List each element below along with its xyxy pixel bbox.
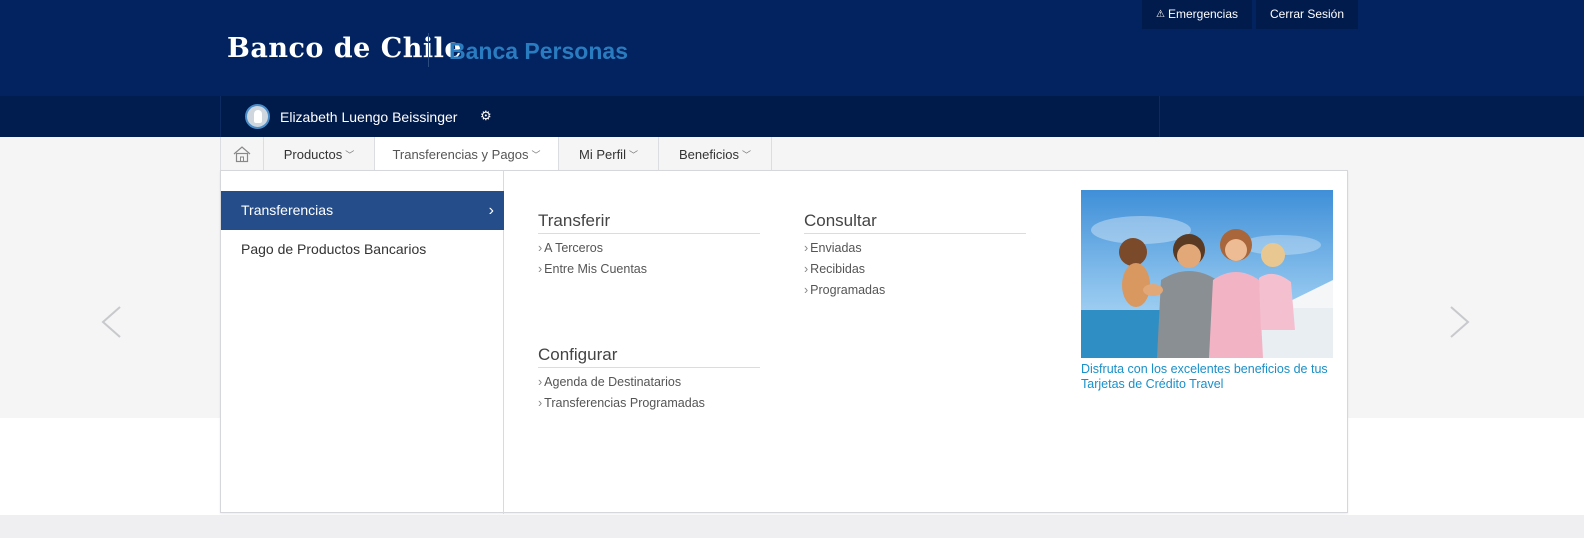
nav-mi-perfil-label: Mi Perfil [579, 146, 626, 162]
chevron-right-icon: › [804, 241, 809, 255]
promo-image[interactable] [1081, 190, 1333, 358]
link-label: Transferencias Programadas [544, 396, 705, 410]
menu-item-pago-productos[interactable]: Pago de Productos Bancarios [221, 230, 504, 269]
chevron-right-icon: › [538, 241, 543, 255]
warning-icon: ⚠ [1156, 9, 1165, 20]
nav-beneficios-label: Beneficios [679, 146, 739, 162]
site-title: Banca Personas [449, 38, 628, 64]
link-label: Enviadas [810, 241, 862, 255]
link-label: A Terceros [544, 241, 603, 255]
link-a-terceros[interactable]: › A Terceros [538, 241, 760, 255]
bank-logo[interactable]: Banco de Chile [227, 33, 462, 64]
group-configurar: Configurar › Agenda de Destinatarios › Tra… [538, 345, 760, 410]
menu-item-label: Transferencias [241, 202, 334, 218]
chevron-down-icon: ﹀ [345, 149, 355, 160]
emergencias-button[interactable]: ⚠ Emergencias [1142, 0, 1252, 29]
group-transferir: Transferir › A Terceros › Entre Mis Cuenta… [538, 211, 760, 276]
nav-beneficios[interactable]: Beneficios ﹀ [659, 137, 772, 171]
link-agenda-destinatarios[interactable]: › Agenda de Destinatarios [538, 375, 760, 389]
home-icon [233, 146, 251, 163]
chevron-right-icon: › [538, 375, 543, 389]
group-title: Consultar [804, 211, 1026, 234]
chevron-right-icon: › [488, 202, 494, 219]
logo-divider [428, 33, 429, 67]
chevron-right-icon: › [538, 396, 543, 410]
nav-productos[interactable]: Productos ﹀ [264, 137, 375, 171]
link-label: Recibidas [810, 262, 866, 276]
link-label: Entre Mis Cuentas [544, 262, 647, 276]
gear-icon[interactable]: ⚙ [480, 108, 492, 124]
main-nav: Productos ﹀ Transferencias y Pagos ﹀ Mi Pe… [220, 137, 772, 171]
user-avatar[interactable] [245, 104, 270, 129]
carousel-prev-icon[interactable] [100, 305, 122, 348]
nav-productos-label: Productos [283, 146, 343, 162]
link-label: Programadas [810, 283, 886, 297]
menu-item-label: Pago de Productos Bancarios [241, 241, 427, 257]
emergencias-label: Emergencias [1167, 7, 1238, 21]
logout-label: Cerrar Sesión [1270, 7, 1345, 21]
chevron-down-icon: ﹀ [741, 149, 751, 160]
group-title: Transferir [538, 211, 760, 234]
nav-transferencias-label: Transferencias y Pagos [392, 146, 529, 162]
nav-home[interactable] [220, 137, 264, 171]
menu-item-transferencias[interactable]: Transferencias › [221, 191, 504, 230]
user-bar [0, 96, 1584, 137]
carousel-next-icon[interactable] [1449, 305, 1471, 348]
nav-transferencias-pagos[interactable]: Transferencias y Pagos ﹀ [375, 137, 559, 171]
link-transferencias-programadas[interactable]: › Transferencias Programadas [538, 396, 760, 410]
nav-mi-perfil[interactable]: Mi Perfil ﹀ [559, 137, 659, 171]
top-links: ⚠ Emergencias Cerrar Sesión [1142, 0, 1359, 29]
link-recibidas[interactable]: › Recibidas [804, 262, 1026, 276]
chevron-right-icon: › [538, 262, 543, 276]
link-label: Agenda de Destinatarios [544, 375, 682, 389]
chevron-down-icon: ﹀ [531, 149, 541, 160]
logout-button[interactable]: Cerrar Sesión [1256, 0, 1359, 29]
link-programadas[interactable]: › Programadas [804, 283, 1026, 297]
chevron-right-icon: › [804, 283, 809, 297]
group-consultar: Consultar › Enviadas › Recibidas › Programa… [804, 211, 1026, 297]
user-name: Elizabeth Luengo Beissinger [280, 109, 458, 125]
chevron-right-icon: › [804, 262, 809, 276]
chevron-down-icon: ﹀ [628, 149, 638, 160]
mega-menu-panel: Transferencias › Pago de Productos Banca… [220, 170, 1348, 514]
footer-band [0, 515, 1584, 538]
mega-menu-sidebar: Transferencias › Pago de Productos Banca… [221, 171, 504, 514]
promo-link[interactable]: Disfruta con los excelentes beneficios d… [1081, 362, 1341, 392]
group-title: Configurar [538, 345, 760, 368]
link-enviadas[interactable]: › Enviadas [804, 241, 1026, 255]
link-entre-mis-cuentas[interactable]: › Entre Mis Cuentas [538, 262, 760, 276]
